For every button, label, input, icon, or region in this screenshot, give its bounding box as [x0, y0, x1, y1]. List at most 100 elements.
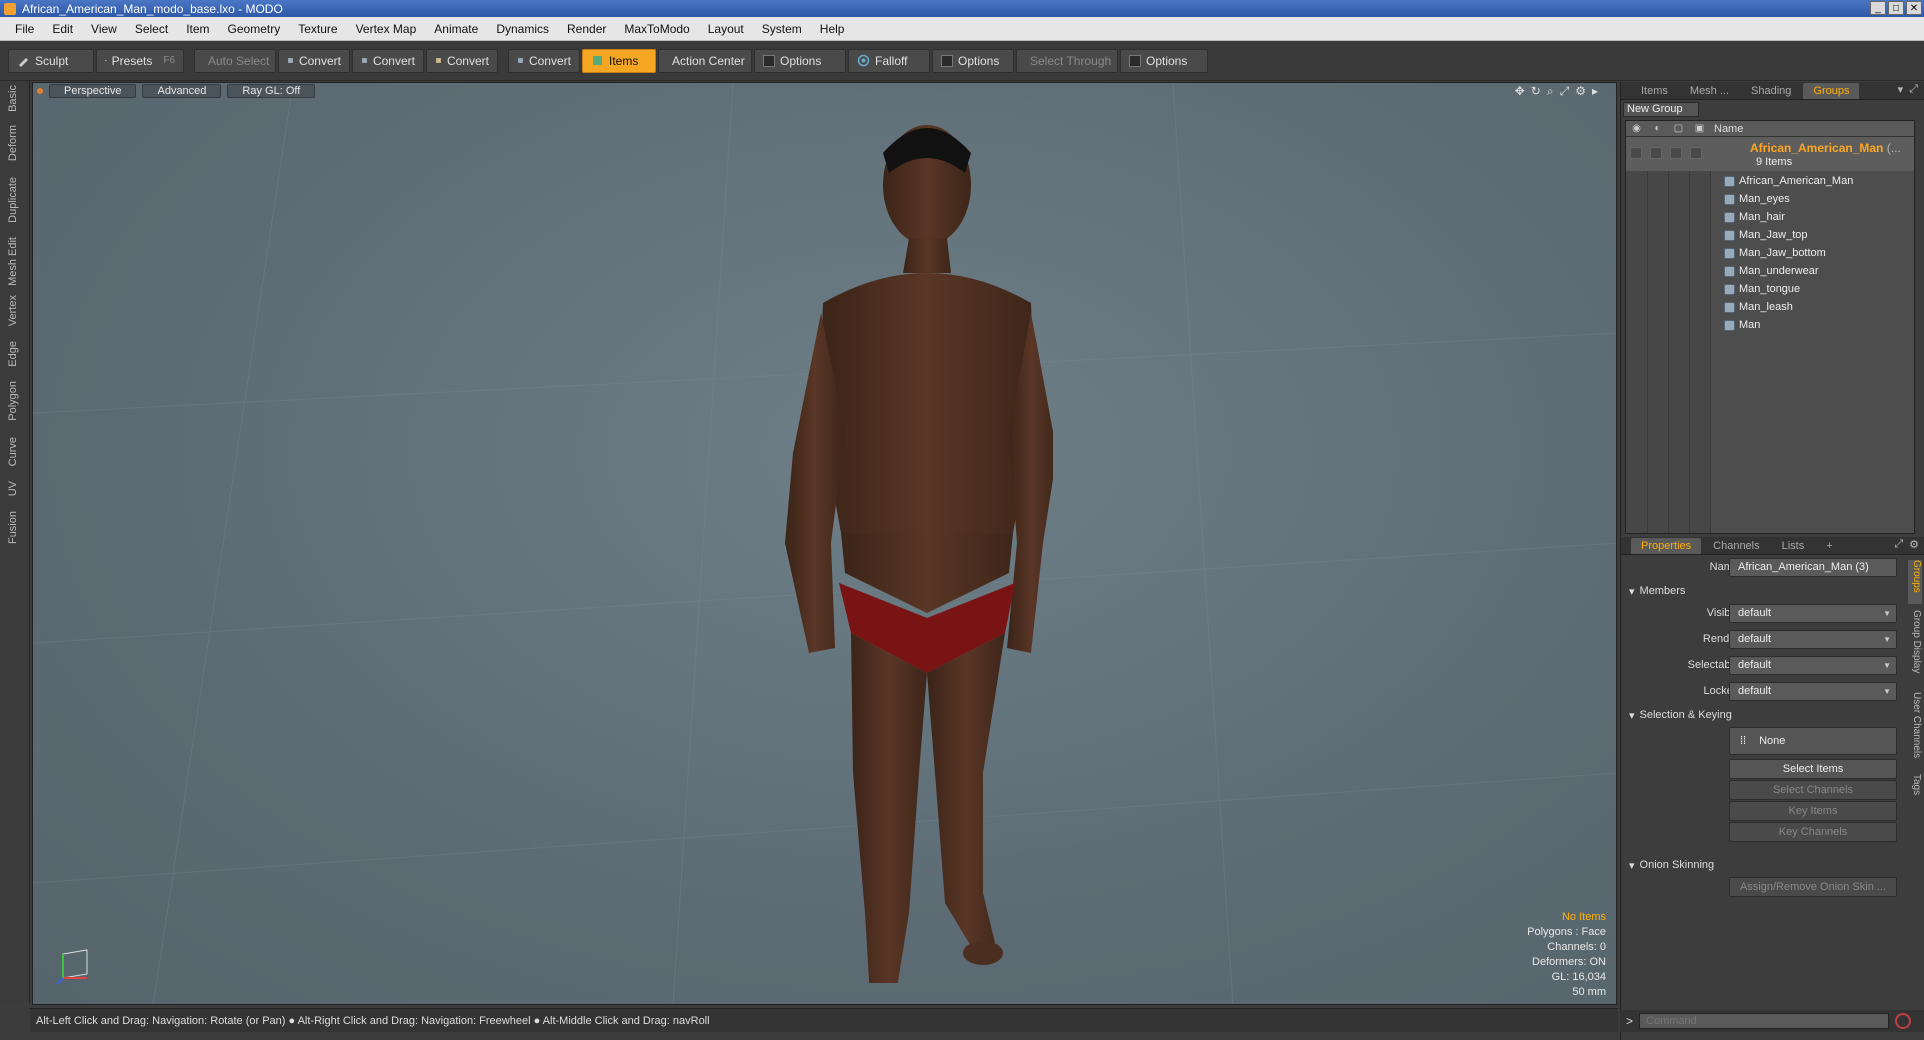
menu-select[interactable]: Select: [126, 22, 177, 36]
lock-icon[interactable]: ▣: [1689, 123, 1710, 134]
list-item[interactable]: Man_tongue: [1724, 280, 1800, 298]
menu-render[interactable]: Render: [558, 22, 615, 36]
tab-vertex[interactable]: Vertex: [7, 295, 19, 326]
minimize-button[interactable]: _: [1870, 1, 1886, 15]
convert-button-2[interactable]: Convert: [352, 48, 424, 73]
fit-icon[interactable]: ⤢: [1560, 84, 1570, 99]
menu-file[interactable]: File: [6, 22, 43, 36]
list-item[interactable]: Man_eyes: [1724, 190, 1790, 208]
list-item[interactable]: African_American_Man: [1724, 172, 1853, 190]
group-row[interactable]: African_American_Man (... 9 Items: [1626, 137, 1914, 171]
viewport-menu-icon[interactable]: [37, 88, 43, 94]
tab-basic[interactable]: Basic: [7, 85, 19, 112]
action-center-options-button[interactable]: Options: [754, 48, 846, 73]
menu-view[interactable]: View: [82, 22, 126, 36]
tab-edge[interactable]: Edge: [7, 341, 19, 367]
gear-icon[interactable]: ⚙: [1909, 538, 1919, 551]
key-channels-button[interactable]: Key Channels: [1729, 822, 1897, 842]
menu-dynamics[interactable]: Dynamics: [487, 22, 558, 36]
menu-vertex-map[interactable]: Vertex Map: [347, 22, 426, 36]
tab-properties[interactable]: Properties: [1631, 537, 1702, 554]
maximize-button[interactable]: □: [1888, 1, 1904, 15]
members-section-header[interactable]: ▾ Members: [1621, 581, 1924, 601]
tab-uv[interactable]: UV: [7, 481, 19, 496]
none-selector-button[interactable]: ⁞⁞ None: [1729, 727, 1897, 755]
vtab-groups[interactable]: Groups: [1908, 560, 1922, 604]
zoom-icon[interactable]: ⌕: [1547, 84, 1554, 99]
tab-lists[interactable]: Lists: [1772, 538, 1815, 554]
select-through-options-button[interactable]: Options: [1120, 48, 1208, 73]
3d-viewport[interactable]: Perspective Advanced Ray GL: Off ✥ ↻ ⌕ ⤢…: [32, 82, 1617, 1005]
select-items-button[interactable]: Select Items: [1729, 759, 1897, 779]
list-item[interactable]: Man_leash: [1724, 298, 1793, 316]
pan-icon[interactable]: ✥: [1515, 84, 1525, 99]
selection-keying-section-header[interactable]: ▾ Selection & Keying: [1621, 705, 1924, 725]
expand-icon[interactable]: ⤢: [1894, 538, 1903, 551]
command-history-icon[interactable]: [1895, 1013, 1912, 1029]
key-items-button[interactable]: Key Items: [1729, 801, 1897, 821]
chevron-down-icon[interactable]: ▾: [1898, 83, 1904, 96]
vtab-user-channels[interactable]: User Channels: [1908, 692, 1922, 768]
tab-curve[interactable]: Curve: [7, 437, 19, 466]
assign-onion-skin-button[interactable]: Assign/Remove Onion Skin ...: [1729, 877, 1897, 897]
shading-mode-dropdown[interactable]: Advanced: [142, 84, 222, 98]
selectable-toggle[interactable]: [1670, 147, 1682, 159]
gear-icon[interactable]: ⚙: [1575, 84, 1586, 99]
tab-fusion[interactable]: Fusion: [7, 511, 19, 544]
visibility-toggle[interactable]: [1630, 147, 1642, 159]
auto-select-button[interactable]: Auto Select: [194, 48, 276, 73]
convert-button-3[interactable]: Convert: [426, 48, 498, 73]
menu-help[interactable]: Help: [811, 22, 854, 36]
character-model[interactable]: [713, 113, 1053, 983]
lock-toggle[interactable]: [1690, 147, 1702, 159]
action-center-button[interactable]: Action Center: [658, 48, 752, 73]
convert-button-4[interactable]: Convert: [508, 48, 580, 73]
expand-icon[interactable]: ⤢: [1909, 83, 1918, 96]
tab-shading[interactable]: Shading: [1741, 83, 1801, 99]
tab-items[interactable]: Items: [1631, 83, 1678, 99]
falloff-button[interactable]: Falloff: [848, 48, 930, 73]
list-item[interactable]: Man_underwear: [1724, 262, 1819, 280]
convert-button-1[interactable]: Convert: [278, 48, 350, 73]
select-icon[interactable]: ▢: [1668, 123, 1689, 134]
select-channels-button[interactable]: Select Channels: [1729, 780, 1897, 800]
selectable-dropdown[interactable]: default: [1729, 656, 1897, 675]
list-item[interactable]: Man_Jaw_top: [1724, 226, 1808, 244]
render-dropdown[interactable]: default: [1729, 630, 1897, 649]
menu-system[interactable]: System: [753, 22, 811, 36]
rotate-icon[interactable]: ↻: [1531, 84, 1541, 99]
list-item[interactable]: Man: [1724, 316, 1760, 334]
list-item[interactable]: Man_hair: [1724, 208, 1785, 226]
view-mode-dropdown[interactable]: Perspective: [49, 84, 137, 98]
visible-dropdown[interactable]: default: [1729, 604, 1897, 623]
name-field[interactable]: African_American_Man (3): [1729, 558, 1897, 577]
falloff-options-button[interactable]: Options: [932, 48, 1014, 73]
menu-maxtomodo[interactable]: MaxToModo: [615, 22, 698, 36]
vtab-group-display[interactable]: Group Display: [1908, 610, 1922, 686]
locked-dropdown[interactable]: default: [1729, 682, 1897, 701]
tab-mesh-edit[interactable]: Mesh Edit: [7, 237, 19, 286]
list-item[interactable]: Man_Jaw_bottom: [1724, 244, 1826, 262]
menu-edit[interactable]: Edit: [43, 22, 82, 36]
sculpt-button[interactable]: Sculpt: [8, 48, 94, 73]
tab-deform[interactable]: Deform: [7, 125, 19, 161]
add-tab-button[interactable]: +: [1816, 538, 1842, 554]
tab-mesh[interactable]: Mesh ...: [1680, 83, 1739, 99]
menu-animate[interactable]: Animate: [425, 22, 487, 36]
items-mode-button[interactable]: Items: [582, 48, 656, 73]
raygl-toggle[interactable]: Ray GL: Off: [227, 84, 316, 98]
command-input[interactable]: [1639, 1013, 1890, 1029]
tab-channels[interactable]: Channels: [1703, 538, 1769, 554]
select-through-button[interactable]: Select Through: [1016, 48, 1118, 73]
close-button[interactable]: ✕: [1906, 1, 1922, 15]
tab-groups[interactable]: Groups: [1803, 82, 1860, 99]
tab-polygon[interactable]: Polygon: [7, 381, 19, 421]
render-icon[interactable]: ◐: [1647, 123, 1668, 134]
menu-texture[interactable]: Texture: [289, 22, 346, 36]
tab-duplicate[interactable]: Duplicate: [7, 177, 19, 223]
new-group-button[interactable]: New Group: [1623, 102, 1699, 117]
render-toggle[interactable]: [1650, 147, 1662, 159]
menu-layout[interactable]: Layout: [699, 22, 753, 36]
menu-geometry[interactable]: Geometry: [219, 22, 290, 36]
vtab-tags[interactable]: Tags: [1908, 774, 1922, 804]
